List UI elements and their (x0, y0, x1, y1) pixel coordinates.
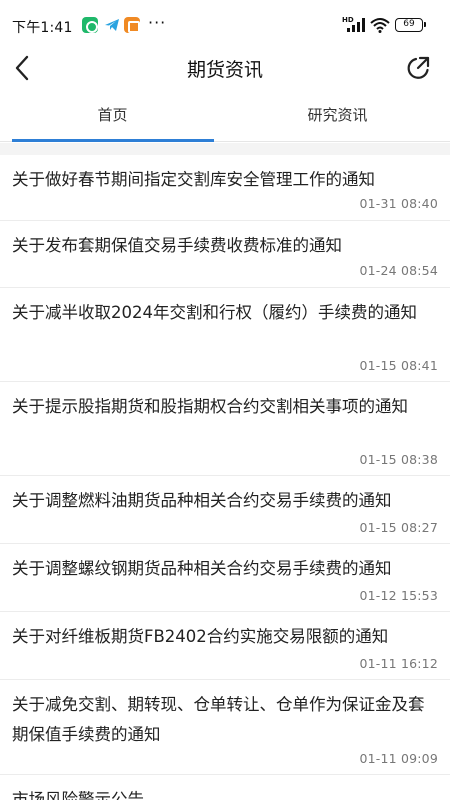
signal-icon (347, 18, 365, 32)
news-time: 01-31 08:40 (359, 196, 438, 211)
news-title: 关于发布套期保值交易手续费收费标准的通知 (12, 236, 342, 255)
tab-bar: 首页 研究资讯 (0, 84, 450, 142)
news-title: 关于做好春节期间指定交割库安全管理工作的通知 (12, 170, 375, 189)
news-title: 关于调整螺纹钢期货品种相关合约交易手续费的通知 (12, 559, 392, 578)
news-time: 01-24 08:54 (359, 263, 438, 278)
share-button[interactable] (404, 54, 432, 82)
news-time: 01-15 08:27 (359, 520, 438, 535)
more-notifications-icon: ··· (148, 13, 167, 32)
news-item[interactable]: 市场风险警示公告 (0, 775, 450, 800)
tab-research[interactable]: 研究资讯 (225, 84, 450, 142)
news-time: 01-11 16:12 (359, 656, 438, 671)
news-title: 关于调整燃料油期货品种相关合约交易手续费的通知 (12, 491, 392, 510)
news-time: 01-12 15:53 (359, 588, 438, 603)
news-time: 01-11 09:09 (359, 751, 438, 766)
tab-home[interactable]: 首页 (0, 84, 225, 142)
news-title: 市场风险警示公告 (12, 790, 144, 800)
news-item[interactable]: 关于对纤维板期货FB2402合约实施交易限额的通知 01-11 16:12 (0, 612, 450, 680)
active-tab-indicator (12, 139, 214, 142)
news-time: 01-15 08:41 (359, 358, 438, 373)
app-badge-icon (124, 17, 140, 33)
battery-icon: 69 (395, 18, 426, 32)
wifi-icon (370, 18, 390, 33)
news-item[interactable]: 关于提示股指期货和股指期权合约交割相关事项的通知 01-15 08:38 (0, 382, 450, 476)
news-title: 关于对纤维板期货FB2402合约实施交易限额的通知 (12, 627, 389, 646)
status-time: 下午1:41 (12, 20, 73, 36)
news-item[interactable]: 关于调整燃料油期货品种相关合约交易手续费的通知 01-15 08:27 (0, 476, 450, 544)
news-time: 01-15 08:38 (359, 452, 438, 467)
app-notification-icon (82, 17, 98, 33)
news-item[interactable]: 关于做好春节期间指定交割库安全管理工作的通知 01-31 08:40 (0, 155, 450, 221)
news-item[interactable]: 关于发布套期保值交易手续费收费标准的通知 01-24 08:54 (0, 221, 450, 288)
telegram-icon (105, 19, 119, 31)
news-item[interactable]: 关于调整螺纹钢期货品种相关合约交易手续费的通知 01-12 15:53 (0, 544, 450, 612)
app-header: 期货资讯 (0, 52, 450, 84)
status-bar: 下午1:41 ··· HD 69 (0, 0, 450, 52)
news-title: 关于减免交割、期转现、仓单转让、仓单作为保证金及套期保值手续费的通知 (12, 695, 425, 744)
news-item[interactable]: 关于减免交割、期转现、仓单转让、仓单作为保证金及套期保值手续费的通知 01-11… (0, 680, 450, 775)
news-item[interactable]: 关于减半收取2024年交割和行权（履约）手续费的通知 01-15 08:41 (0, 288, 450, 382)
news-title: 关于提示股指期货和股指期权合约交割相关事项的通知 (12, 397, 408, 416)
news-title: 关于减半收取2024年交割和行权（履约）手续费的通知 (12, 303, 417, 322)
page-title: 期货资讯 (186, 59, 263, 81)
section-divider (0, 143, 450, 155)
